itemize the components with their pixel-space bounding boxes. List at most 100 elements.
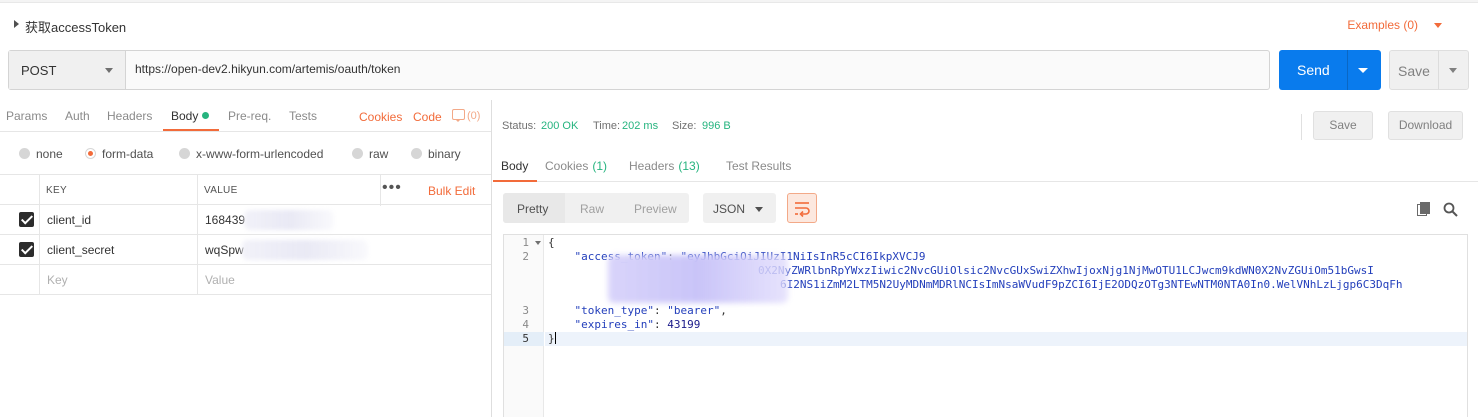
- request-tabs: Params Auth Headers Body Pre-req. Tests …: [0, 100, 491, 132]
- view-raw[interactable]: Raw: [580, 202, 604, 216]
- cookies-link[interactable]: Cookies: [359, 110, 402, 124]
- radio-dot: [352, 148, 363, 159]
- check-cell: [0, 205, 40, 234]
- tab-params[interactable]: Params: [6, 109, 47, 123]
- radio-dot: [19, 148, 30, 159]
- response-pane: Status: 200 OK Time: 202 ms Size: 996 B …: [493, 100, 1478, 417]
- value-cell[interactable]: wqSpw: [198, 235, 491, 264]
- time-label: Time:: [593, 120, 621, 132]
- radio-dot-selected: [85, 148, 96, 159]
- comment-count[interactable]: (0): [467, 110, 480, 122]
- line-number: 5: [522, 332, 529, 345]
- method-select[interactable]: POST: [9, 51, 126, 89]
- header-check-cell: [0, 175, 40, 204]
- code-line: 6I2NS1iZmM2LTM5N2UyMDNmMDRlNCIsImNsaWVud…: [780, 278, 1403, 292]
- format-select[interactable]: JSON: [703, 193, 776, 223]
- radio-label: raw: [369, 147, 389, 161]
- key-header: KEY: [46, 185, 67, 196]
- tab-test-results[interactable]: Test Results: [726, 159, 791, 173]
- examples-dropdown[interactable]: Examples (0): [1347, 18, 1418, 32]
- json-code[interactable]: { "access_token": "eyJhbGciOiJIUzI1NiIsI…: [548, 235, 1466, 417]
- cookies-count: (1): [592, 159, 608, 173]
- radio-label: none: [36, 147, 63, 161]
- header-divider: [380, 175, 381, 206]
- save-button[interactable]: Save: [1389, 50, 1469, 90]
- tab-headers[interactable]: Headers: [107, 109, 152, 123]
- key-cell[interactable]: client_id: [40, 205, 198, 234]
- more-options-icon[interactable]: •••: [382, 179, 402, 197]
- send-button[interactable]: Send: [1279, 50, 1381, 90]
- header-key-cell: KEY: [40, 175, 198, 204]
- size-value[interactable]: 996 B: [702, 120, 731, 132]
- line-number: 2: [522, 250, 529, 263]
- table-row-empty: Key Value: [0, 265, 491, 295]
- download-button[interactable]: Download: [1388, 111, 1463, 140]
- chevron-down-icon[interactable]: [1434, 23, 1442, 28]
- table-row: client_secret wqSpw: [0, 235, 491, 265]
- copy-icon[interactable]: [1417, 202, 1431, 216]
- radio-label: form-data: [102, 147, 154, 161]
- request-name[interactable]: 获取accessToken: [25, 17, 126, 36]
- row-checkbox[interactable]: [19, 242, 34, 257]
- send-options-chevron-icon[interactable]: [1358, 68, 1368, 73]
- radio-label: binary: [428, 147, 461, 161]
- time-value[interactable]: 202 ms: [622, 120, 658, 132]
- key-text: client_secret: [47, 243, 115, 257]
- save-response-button[interactable]: Save: [1313, 111, 1373, 140]
- code-link[interactable]: Code: [413, 110, 442, 124]
- tab-body[interactable]: Body: [171, 109, 210, 123]
- tab-prereq[interactable]: Pre-req.: [228, 109, 271, 123]
- view-pretty[interactable]: Pretty: [517, 202, 548, 216]
- fold-caret-icon[interactable]: [535, 241, 541, 245]
- radio-dot: [411, 148, 422, 159]
- value-placeholder: Value: [205, 273, 235, 287]
- value-cell[interactable]: Value: [198, 265, 491, 294]
- comment-icon[interactable]: [452, 109, 465, 122]
- line-number: 1: [522, 236, 529, 249]
- body-indicator-dot: [202, 112, 210, 119]
- code-line: "token_type": "bearer",: [574, 304, 727, 317]
- status-value[interactable]: 200 OK: [541, 120, 578, 132]
- tab-response-headers[interactable]: Headers (13): [629, 159, 700, 173]
- url-input[interactable]: [135, 62, 1255, 76]
- key-cell[interactable]: client_secret: [40, 235, 198, 264]
- tab-response-body[interactable]: Body: [501, 159, 528, 173]
- json-string: 6I2NS1iZmM2LTM5N2UyMDNmMDRlNCIsImNsaWVud…: [780, 278, 1403, 291]
- json-string: 0X2NyZWRlbnRpYWxzIiwic2NvcGUiOlsic2NvcGU…: [758, 264, 1374, 277]
- wrap-lines-icon: [795, 202, 810, 218]
- save-label: Save: [1398, 63, 1430, 79]
- wrap-lines-button[interactable]: [787, 193, 817, 223]
- tab-response-cookies[interactable]: Cookies (1): [545, 159, 607, 173]
- value-cell[interactable]: 168439: [198, 205, 491, 234]
- status-label: Status:: [502, 120, 537, 132]
- search-icon[interactable]: [1443, 202, 1458, 217]
- size-label: Size:: [672, 120, 697, 132]
- row-checkbox[interactable]: [19, 212, 34, 227]
- text-cursor: [554, 332, 556, 344]
- code-line: 0X2NyZWRlbnRpYWxzIiwic2NvcGUiOlsic2NvcGU…: [758, 264, 1374, 278]
- url-bar: POST: [8, 50, 1270, 90]
- response-body-editor[interactable]: 1 2 3 4 5 { "access_token": "eyJhbGciOiJ…: [503, 234, 1468, 417]
- json-string: "bearer": [667, 304, 721, 317]
- active-tab-underline: [163, 129, 219, 131]
- tab-auth[interactable]: Auth: [65, 109, 90, 123]
- expand-caret-icon[interactable]: [14, 20, 19, 28]
- response-tabs: Body Cookies (1) Headers (13) Test Results: [493, 152, 1478, 182]
- json-number: 43199: [667, 318, 701, 331]
- value-text: wqSpw: [205, 243, 244, 257]
- request-title-row: 获取accessToken Examples (0): [0, 4, 1478, 46]
- top-separator: [0, 0, 1478, 3]
- chevron-down-icon: [755, 207, 763, 212]
- key-text: client_id: [47, 213, 92, 227]
- bulk-edit-link[interactable]: Bulk Edit: [428, 184, 475, 198]
- radio-label: x-www-form-urlencoded: [196, 147, 324, 161]
- view-preview[interactable]: Preview: [634, 202, 677, 216]
- line-number: 3: [522, 304, 529, 317]
- save-options-chevron-icon[interactable]: [1449, 68, 1457, 73]
- redaction-blur: [608, 255, 788, 303]
- line-number: 4: [522, 318, 529, 331]
- value-header: VALUE: [204, 185, 238, 196]
- key-cell[interactable]: Key: [40, 265, 198, 294]
- tab-tests[interactable]: Tests: [289, 109, 317, 123]
- format-label: JSON: [713, 202, 746, 216]
